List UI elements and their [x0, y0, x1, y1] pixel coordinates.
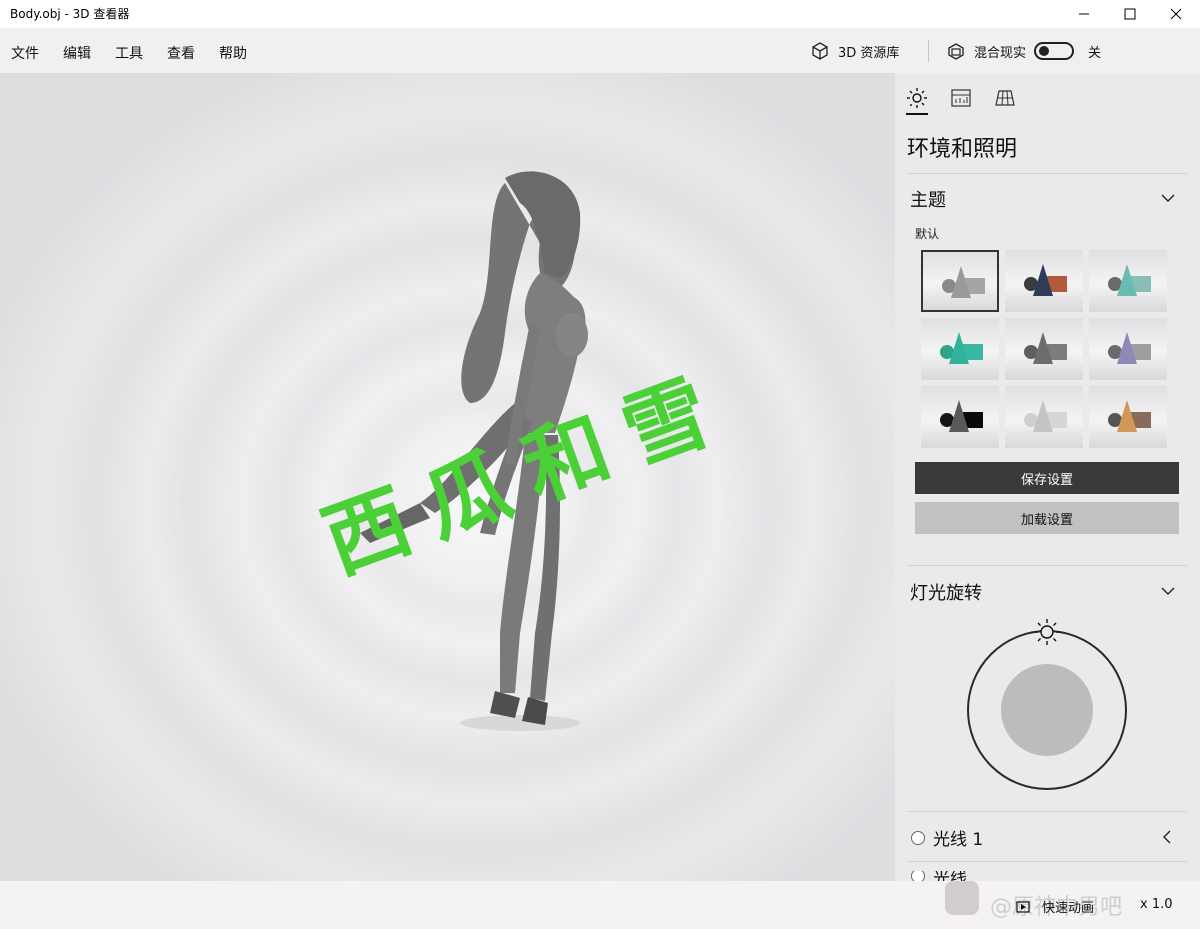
- theme-swatch[interactable]: [921, 386, 999, 448]
- save-settings-button[interactable]: 保存设置: [915, 462, 1179, 494]
- theme-preview-shapes: [940, 332, 983, 364]
- divider: [907, 173, 1187, 174]
- maximize-icon: [1124, 8, 1136, 20]
- theme-default-label: 默认: [915, 227, 940, 241]
- theme-swatch-grid: [921, 250, 1171, 452]
- theme-preview-shapes: [1108, 332, 1151, 364]
- sun-icon: [907, 88, 927, 108]
- theme-preview-shapes: [1024, 400, 1067, 432]
- light-1-radio[interactable]: [911, 830, 925, 845]
- title-bar: Body.obj - 3D 查看器: [0, 0, 1200, 28]
- tab-stats[interactable]: [950, 87, 972, 109]
- minimize-button[interactable]: [1061, 0, 1107, 28]
- theme-preview-shapes: [1108, 400, 1151, 432]
- light-2-row[interactable]: 光线: [911, 871, 967, 881]
- theme-preview-shapes: [942, 266, 985, 298]
- animation-icon: [1016, 900, 1030, 913]
- mixed-reality-state: 关: [1088, 45, 1102, 61]
- tab-mesh[interactable]: [994, 87, 1016, 109]
- theme-swatch[interactable]: [921, 250, 999, 312]
- app-logo-overlay: [945, 881, 979, 915]
- divider: [907, 565, 1187, 566]
- theme-swatch[interactable]: [1089, 386, 1167, 448]
- sun-icon: [1034, 619, 1060, 645]
- 3d-viewport[interactable]: 西瓜和雪: [0, 73, 895, 881]
- theme-swatch[interactable]: [1005, 318, 1083, 380]
- animation-speed[interactable]: x 1.0: [1140, 897, 1173, 912]
- chevron-down-icon[interactable]: [1161, 191, 1175, 205]
- cube-icon: [812, 42, 828, 60]
- load-settings-button[interactable]: 加载设置: [915, 502, 1179, 534]
- chevron-down-icon[interactable]: [1161, 584, 1175, 598]
- light-rotation-title: 灯光旋转: [910, 583, 982, 604]
- theme-swatch[interactable]: [921, 318, 999, 380]
- minimize-icon: [1079, 13, 1089, 15]
- theme-preview-shapes: [1024, 332, 1067, 364]
- mixed-reality-group: 混合现实 关: [946, 40, 1101, 62]
- light-rotation-dial[interactable]: [960, 618, 1130, 793]
- quick-animation-label: 快速动画: [1042, 901, 1095, 916]
- divider: [907, 811, 1187, 812]
- window-title: Body.obj - 3D 查看器: [10, 7, 130, 21]
- theme-swatch[interactable]: [1089, 250, 1167, 312]
- close-icon: [1170, 8, 1182, 20]
- menu-edit[interactable]: 编辑: [63, 43, 91, 63]
- theme-swatch[interactable]: [1005, 250, 1083, 312]
- menu-file[interactable]: 文件: [11, 43, 39, 63]
- menu-bar: 文件 编辑 工具 查看 帮助 3D 资源库 混合现实 关: [0, 28, 1200, 73]
- mixed-reality-label: 混合现实: [974, 45, 1027, 61]
- chevron-left-icon[interactable]: [1161, 830, 1173, 844]
- divider: [907, 861, 1187, 862]
- theme-preview-shapes: [1024, 264, 1067, 296]
- theme-swatch[interactable]: [1089, 318, 1167, 380]
- theme-preview-shapes: [940, 400, 983, 432]
- menu-help[interactable]: 帮助: [219, 43, 247, 63]
- close-button[interactable]: [1153, 0, 1199, 28]
- mixed-reality-icon: [948, 43, 964, 60]
- chart-icon: [951, 89, 971, 107]
- panel-heading: 环境和照明: [907, 137, 1018, 162]
- 3d-library-label: 3D 资源库: [838, 45, 900, 61]
- tab-environment[interactable]: [906, 87, 928, 115]
- mixed-reality-toggle[interactable]: [1034, 42, 1075, 60]
- status-bar: @原神中男吧 快速动画 x 1.0: [0, 881, 1200, 929]
- quick-animation-button[interactable]: 快速动画: [1016, 897, 1094, 916]
- light-2-radio[interactable]: [911, 871, 925, 881]
- menu-view[interactable]: 查看: [167, 43, 195, 63]
- light-2-label: 光线: [933, 871, 967, 881]
- theme-section-title: 主题: [910, 190, 946, 211]
- 3d-library-button[interactable]: 3D 资源库: [810, 40, 899, 62]
- theme-swatch[interactable]: [1005, 386, 1083, 448]
- light-1-row[interactable]: 光线 1: [911, 825, 983, 850]
- light-1-label: 光线 1: [933, 830, 984, 850]
- maximize-button[interactable]: [1107, 0, 1153, 28]
- theme-preview-shapes: [1108, 264, 1151, 296]
- divider: [928, 40, 929, 62]
- grid-icon: [995, 90, 1015, 106]
- environment-panel: 环境和照明 主题 默认 保存设置 加载设置 灯光旋转 光线 1 光线: [895, 73, 1200, 881]
- menu-tools[interactable]: 工具: [115, 43, 143, 63]
